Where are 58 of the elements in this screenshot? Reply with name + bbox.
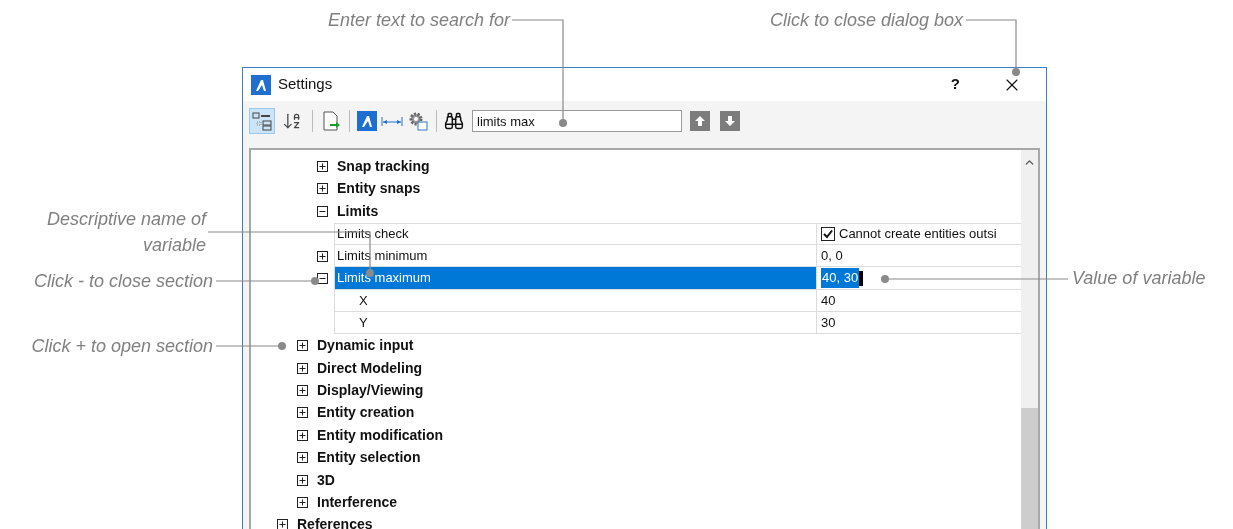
property-value-cell[interactable]: Cannot create entities outsi <box>817 222 1021 245</box>
categorized-view-button[interactable] <box>249 108 275 135</box>
app-logo-icon[interactable] <box>357 111 377 132</box>
section-label[interactable]: Direct Modeling <box>317 357 422 379</box>
expand-toggle-icon[interactable] <box>297 384 308 396</box>
property-name-cell[interactable]: Limits maximum <box>334 267 817 290</box>
category-label[interactable]: References <box>297 514 373 529</box>
expand-toggle-icon[interactable] <box>297 474 308 486</box>
property-value-cell[interactable]: 40, 30 <box>817 267 1021 290</box>
expand-toggle-icon[interactable] <box>317 250 328 262</box>
section-label[interactable]: 3D <box>317 469 335 491</box>
section-label[interactable]: Limits <box>337 200 379 222</box>
callout-text: Click - to close section <box>32 270 213 293</box>
expand-toggle-icon[interactable] <box>297 452 308 464</box>
section-label[interactable]: Entity modification <box>317 424 443 446</box>
expand-toggle-icon[interactable] <box>297 407 308 419</box>
collapse-toggle-icon[interactable] <box>317 205 328 217</box>
binoculars-icon[interactable] <box>444 111 464 132</box>
section-label[interactable]: Entity creation <box>317 402 415 424</box>
gear-icon[interactable] <box>407 110 429 133</box>
expand-toggle-icon[interactable] <box>297 496 308 508</box>
section-label[interactable]: Display/Viewing <box>317 379 424 401</box>
expand-toggle-icon[interactable] <box>297 429 308 441</box>
down-arrow-icon <box>724 115 736 128</box>
scrollbar-thumb[interactable] <box>1021 408 1038 529</box>
expand-toggle-icon[interactable] <box>317 161 328 173</box>
app-logo-icon <box>251 74 271 95</box>
checkbox-label: Cannot create entities outsi <box>839 224 997 243</box>
callout-text: Descriptive name of variable <box>45 208 206 257</box>
callout-text: Click to close dialog box <box>768 9 963 32</box>
expand-toggle-icon[interactable] <box>277 519 288 529</box>
expand-toggle-icon[interactable] <box>297 362 308 374</box>
next-button[interactable] <box>720 111 740 132</box>
leader-line <box>215 342 286 350</box>
up-arrow-icon <box>694 115 706 128</box>
callout-text: Value of variable <box>1072 267 1207 290</box>
export-icon[interactable] <box>320 110 342 133</box>
section-label[interactable]: Entity selection <box>317 447 421 469</box>
help-button[interactable]: ? <box>946 73 964 96</box>
callout-text: Click + to open section <box>30 335 213 358</box>
property-name-cell[interactable]: Limits check <box>334 222 817 245</box>
section-label[interactable]: Snap tracking <box>337 156 430 178</box>
value-text: 0, 0 <box>821 246 843 265</box>
dimension-icon[interactable] <box>381 115 403 128</box>
expand-toggle-icon[interactable] <box>297 340 308 352</box>
scrollbar[interactable] <box>1021 150 1038 529</box>
section-label[interactable]: Dynamic input <box>317 335 414 357</box>
window-title: Settings <box>278 74 333 95</box>
property-name-cell[interactable]: X <box>334 289 817 313</box>
property-name-cell[interactable]: Y <box>334 312 817 335</box>
expand-toggle-icon[interactable] <box>317 183 328 195</box>
previous-button[interactable] <box>690 111 710 132</box>
callout-text: Enter text to search for <box>326 9 510 32</box>
checkbox[interactable] <box>821 226 835 241</box>
leader-line <box>965 19 1020 76</box>
section-label[interactable]: Interference <box>317 491 398 513</box>
search-field[interactable]: limits max <box>472 110 682 133</box>
section-label[interactable]: Entity snaps <box>337 178 421 200</box>
